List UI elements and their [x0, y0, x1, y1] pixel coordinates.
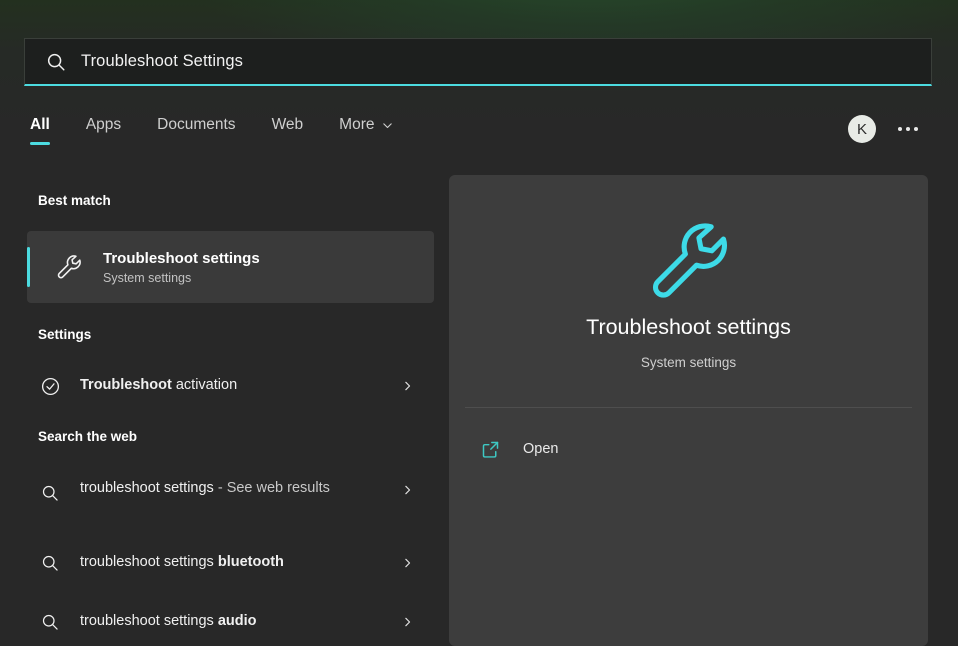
windows-search-panel: Troubleshoot Settings All Apps Documents… [0, 0, 958, 646]
list-item-web-see-results[interactable]: troubleshoot settings - See web results [0, 470, 448, 528]
list-item-web-bluetooth[interactable]: troubleshoot settings bluetooth [0, 543, 448, 583]
ellipsis-dot [914, 127, 918, 131]
tab-web-label: Web [272, 116, 304, 134]
preview-subtitle: System settings [449, 355, 928, 370]
list-item-label: troubleshoot settings bluetooth [80, 553, 284, 573]
ellipsis-icon[interactable] [894, 118, 922, 140]
avatar-initial: K [857, 121, 867, 138]
avatar[interactable]: K [848, 115, 876, 143]
list-item-label: Troubleshoot activation [80, 376, 237, 396]
tab-all[interactable]: All [30, 112, 50, 134]
tab-documents-label: Documents [157, 116, 235, 134]
list-item-label: troubleshoot settings - See web results [80, 479, 330, 499]
best-match-title: Troubleshoot settings [103, 249, 260, 269]
search-icon [38, 551, 62, 575]
list-item-troubleshoot-activation[interactable]: Troubleshoot activation [0, 366, 448, 406]
tab-web[interactable]: Web [272, 112, 304, 134]
open-button-label: Open [523, 441, 558, 457]
list-item-label-bold: Troubleshoot [80, 377, 172, 393]
preview-panel: Troubleshoot settings System settings Op… [449, 175, 928, 646]
preview-divider [465, 407, 912, 408]
best-match-subtitle: System settings [103, 271, 260, 285]
tab-documents[interactable]: Documents [157, 112, 235, 134]
tab-all-label: All [30, 116, 50, 134]
wrench-icon [53, 251, 85, 283]
best-match-item[interactable]: Troubleshoot settings System settings [27, 231, 434, 303]
section-header-search-the-web: Search the web [0, 429, 137, 444]
tab-more-label: More [339, 116, 374, 134]
list-item-query: troubleshoot settings [80, 480, 214, 496]
preview-wrench-icon [449, 213, 928, 309]
section-header-best-match: Best match [0, 193, 111, 208]
best-match-text: Troubleshoot settings System settings [103, 249, 260, 286]
chevron-down-icon [381, 119, 394, 132]
list-item-query: troubleshoot settings [80, 613, 218, 629]
check-circle-icon [38, 374, 62, 398]
section-header-settings: Settings [0, 327, 91, 342]
search-bar[interactable]: Troubleshoot Settings [24, 38, 932, 86]
list-item-suffix: audio [218, 613, 257, 629]
external-link-icon [479, 438, 501, 460]
selection-indicator [27, 247, 30, 287]
open-button[interactable]: Open [479, 433, 558, 465]
search-icon [45, 51, 67, 73]
preview-title: Troubleshoot settings [449, 315, 928, 340]
tab-apps[interactable]: Apps [86, 112, 121, 134]
ellipsis-dot [906, 127, 910, 131]
search-icon [38, 481, 62, 505]
ellipsis-dot [898, 127, 902, 131]
list-item-suffix: bluetooth [218, 554, 284, 570]
list-item-label: troubleshoot settings audio [80, 612, 257, 632]
list-item-query: troubleshoot settings [80, 554, 218, 570]
chevron-right-icon[interactable] [401, 484, 414, 497]
search-input[interactable]: Troubleshoot Settings [81, 52, 243, 71]
chevron-right-icon[interactable] [401, 380, 414, 393]
list-item-suffix: - See web results [214, 480, 330, 496]
filter-tabs: All Apps Documents Web More [30, 112, 430, 156]
chevron-right-icon[interactable] [401, 616, 414, 629]
list-item-web-audio[interactable]: troubleshoot settings audio [0, 602, 448, 642]
search-icon [38, 610, 62, 634]
list-item-label-rest: activation [172, 377, 237, 393]
tab-more[interactable]: More [339, 112, 394, 134]
tab-apps-label: Apps [86, 116, 121, 134]
chevron-right-icon[interactable] [401, 557, 414, 570]
